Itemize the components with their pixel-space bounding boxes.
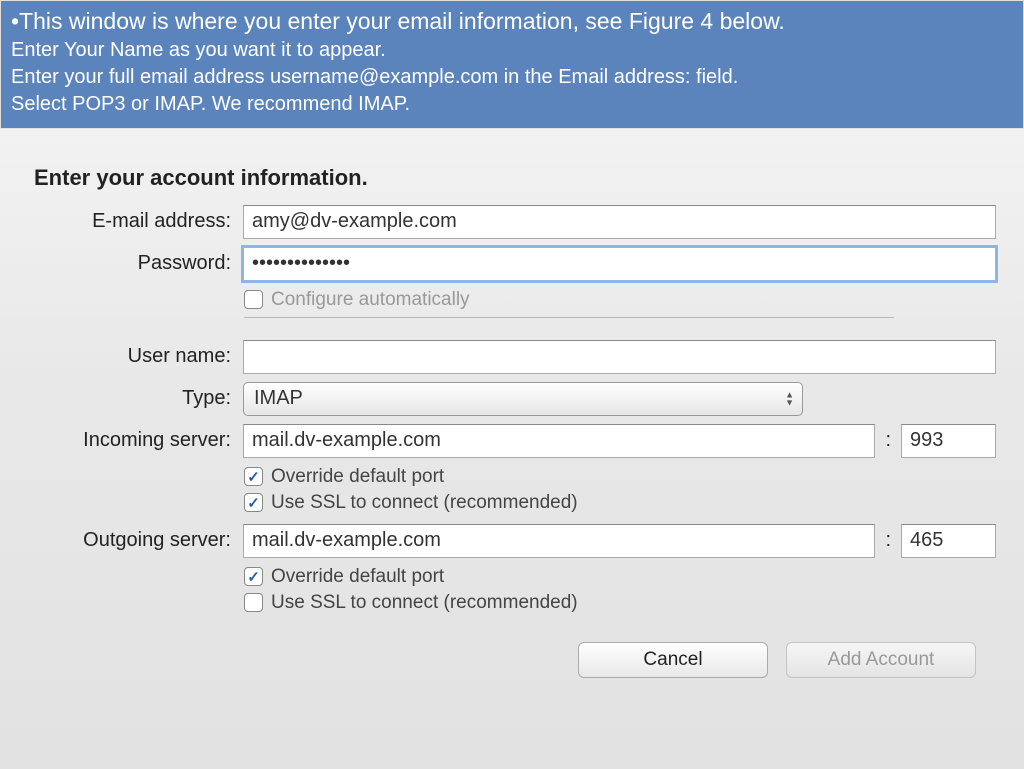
incoming-label: Incoming server: [28,429,243,452]
incoming-port-field[interactable] [901,424,996,458]
banner-line-1: •This window is where you enter your ema… [11,7,1013,37]
username-label: User name: [28,345,243,368]
incoming-ssl-label: Use SSL to connect (recommended) [271,492,578,514]
configure-auto-label: Configure automatically [271,289,470,311]
incoming-ssl-checkbox[interactable] [244,493,263,512]
configure-auto-row[interactable]: Configure automatically [244,289,996,311]
banner-line-4: Select POP3 or IMAP. We recommend IMAP. [11,91,1013,118]
type-label: Type: [28,387,243,410]
outgoing-override-checkbox[interactable] [244,567,263,586]
cancel-button[interactable]: Cancel [578,642,768,678]
banner-line-3: Enter your full email address username@e… [11,64,1013,91]
configure-auto-checkbox[interactable] [244,290,263,309]
outgoing-label: Outgoing server: [28,529,243,552]
outgoing-ssl-label: Use SSL to connect (recommended) [271,592,578,614]
form-title: Enter your account information. [34,165,996,191]
password-label: Password: [28,252,243,275]
instruction-banner: •This window is where you enter your ema… [0,0,1024,129]
password-field[interactable] [243,247,996,281]
outgoing-ssl-checkbox[interactable] [244,593,263,612]
email-field[interactable] [243,205,996,239]
outgoing-override-row[interactable]: Override default port [244,566,996,588]
outgoing-ssl-row[interactable]: Use SSL to connect (recommended) [244,592,996,614]
port-separator-2: : [885,529,891,552]
account-form: Enter your account information. E-mail a… [0,129,1024,769]
type-select[interactable]: IMAP ▲▼ [243,382,803,416]
divider [244,317,894,318]
incoming-override-row[interactable]: Override default port [244,466,996,488]
incoming-ssl-row[interactable]: Use SSL to connect (recommended) [244,492,996,514]
incoming-override-checkbox[interactable] [244,467,263,486]
outgoing-override-label: Override default port [271,566,444,588]
username-field[interactable] [243,340,996,374]
email-label: E-mail address: [28,210,243,233]
port-separator: : [885,429,891,452]
banner-line-2: Enter Your Name as you want it to appear… [11,37,1013,64]
outgoing-port-field[interactable] [901,524,996,558]
type-value: IMAP [254,387,303,410]
add-account-button[interactable]: Add Account [786,642,976,678]
incoming-override-label: Override default port [271,466,444,488]
select-arrows-icon: ▲▼ [785,391,794,406]
outgoing-server-field[interactable] [243,524,875,558]
incoming-server-field[interactable] [243,424,875,458]
